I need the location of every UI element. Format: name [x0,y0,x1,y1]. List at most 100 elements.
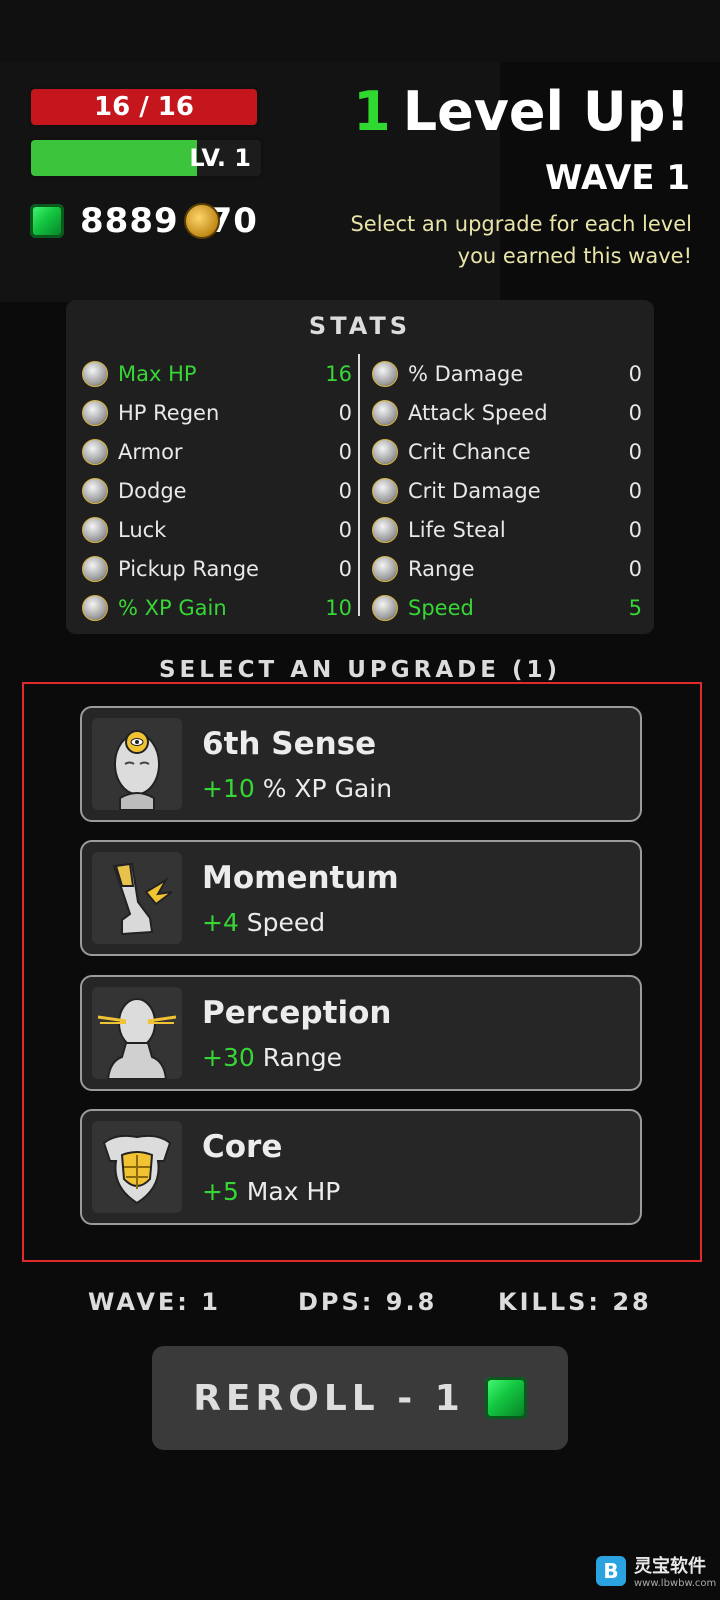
health-bar: 16 / 16 [28,86,260,128]
stat-name: Luck [118,517,167,542]
level-up-title: 1 Level Up! [353,80,690,143]
dodge-icon [82,477,108,504]
stat-value: 0 [628,517,642,542]
crit-chance-icon [372,438,398,465]
stat-value: 0 [338,556,352,581]
regen-icon [82,399,108,426]
instruction-text: Select an upgrade for each level you ear… [332,208,692,272]
stat-value: 0 [628,361,642,386]
stat-value: 0 [628,400,642,425]
upgrade-stat: Speed [238,908,326,937]
stat-name: HP Regen [118,400,220,425]
upgrade-name: 6th Sense [202,726,377,762]
stat-name: Crit Damage [408,478,541,503]
upgrade-card-perception[interactable]: Perception +30 Range [80,975,642,1091]
stat-row: Attack Speed 0 [372,393,642,432]
stat-row: Armor 0 [82,432,352,471]
lightning-eyes-head-icon [92,987,182,1079]
stat-row: Crit Chance 0 [372,432,642,471]
reroll-button[interactable]: REROLL - 1 [152,1346,568,1450]
upgrade-effect: +10 % XP Gain [202,774,392,803]
instruction-line-1: Select an upgrade for each level [350,212,692,236]
stat-value: 0 [628,478,642,503]
stat-name: Armor [118,439,183,464]
stats-divider [358,354,360,616]
stats-right-column: % Damage 0 Attack Speed 0 Crit Chance 0 Crit D… [372,354,642,627]
upgrade-effect: +4 Speed [202,908,325,937]
stats-title: STATS [308,312,412,340]
stat-row: HP Regen 0 [82,393,352,432]
stat-name: Dodge [118,478,187,503]
stat-value: 0 [628,439,642,464]
stat-value: 0 [338,439,352,464]
upgrade-card-core[interactable]: Core +5 Max HP [80,1109,642,1225]
stat-row: % XP Gain 10 [82,588,352,627]
upgrade-stat: % XP Gain [254,774,393,803]
range-head-icon [372,555,398,582]
wave-title: WAVE 1 [544,158,690,198]
stat-value: 0 [628,556,642,581]
armor-icon [82,438,108,465]
stat-row: Crit Damage 0 [372,471,642,510]
stat-row: Speed 5 [372,588,642,627]
upgrade-bonus: +30 [202,1043,255,1072]
reroll-label: REROLL - 1 [193,1377,465,1419]
instruction-line-2: you earned this wave! [457,244,692,268]
winged-leg-icon [92,852,182,944]
pickup-hand-icon [82,555,108,582]
green-gem-icon [30,204,64,238]
health-bar-fill: 16 / 16 [31,89,257,125]
stat-value: 16 [325,361,352,386]
stat-value: 0 [338,517,352,542]
health-text: 16 / 16 [94,92,194,122]
luck-icon [82,516,108,543]
wave-counter: WAVE: 1 [88,1288,221,1316]
stat-name: Range [408,556,475,581]
dps-counter: DPS: 9.8 [298,1288,438,1316]
stat-name: % XP Gain [118,595,227,620]
stat-value: 0 [338,478,352,503]
experience-bar-track: LV. 1 [31,140,261,176]
currency-display: 8889 70 [30,200,258,242]
level-text: LV. 1 [189,144,251,172]
watermark-url: www.lbwbw.com [634,1578,717,1589]
upgrade-card-momentum[interactable]: Momentum +4 Speed [80,840,642,956]
green-gem-icon [484,1377,527,1419]
upgrade-bonus: +4 [202,908,239,937]
upgrade-card-6th-sense[interactable]: 6th Sense +10 % XP Gain [80,706,642,822]
stat-row: Life Steal 0 [372,510,642,549]
third-eye-head-icon [92,718,182,810]
upgrade-name: Perception [202,995,392,1031]
upgrade-bonus: +5 [202,1177,239,1206]
winged-leg-icon [372,594,398,621]
kills-counter: KILLS: 28 [498,1288,652,1316]
upgrade-bonus: +10 [202,774,255,803]
heart-bust-icon [82,360,108,387]
currency-amount-prefix: 8889 [80,201,179,241]
stat-row: Pickup Range 0 [82,549,352,588]
watermark-logo-icon: B [596,1555,626,1586]
stat-row: Luck 0 [82,510,352,549]
stat-name: Crit Chance [408,439,531,464]
stat-name: Life Steal [408,517,506,542]
level-up-label: Level Up! [402,80,690,143]
watermark: B 灵宝软件 www.lbwbw.com [596,1552,716,1589]
stat-value: 5 [628,595,642,620]
watermark-name: 灵宝软件 [634,1556,706,1577]
experience-bar: LV. 1 [28,137,264,179]
upgrade-effect: +5 Max HP [202,1177,340,1206]
attack-speed-icon [372,399,398,426]
upgrade-name: Core [202,1129,283,1165]
stat-name: Pickup Range [118,556,259,581]
upgrade-name: Momentum [202,860,399,896]
crit-damage-icon [372,477,398,504]
upgrade-stat: Max HP [238,1177,341,1206]
stats-panel: STATS Max HP 16 HP Regen 0 Armor 0 Dodge 0 Luck 0… [66,300,654,634]
gold-coin-icon [184,203,220,239]
background-shape [0,0,720,62]
stat-row: Range 0 [372,549,642,588]
level-up-count: 1 [353,80,391,143]
upgrade-effect: +30 Range [202,1043,342,1072]
currency-amount: 8889 70 [80,201,258,241]
stat-row: Dodge 0 [82,471,352,510]
